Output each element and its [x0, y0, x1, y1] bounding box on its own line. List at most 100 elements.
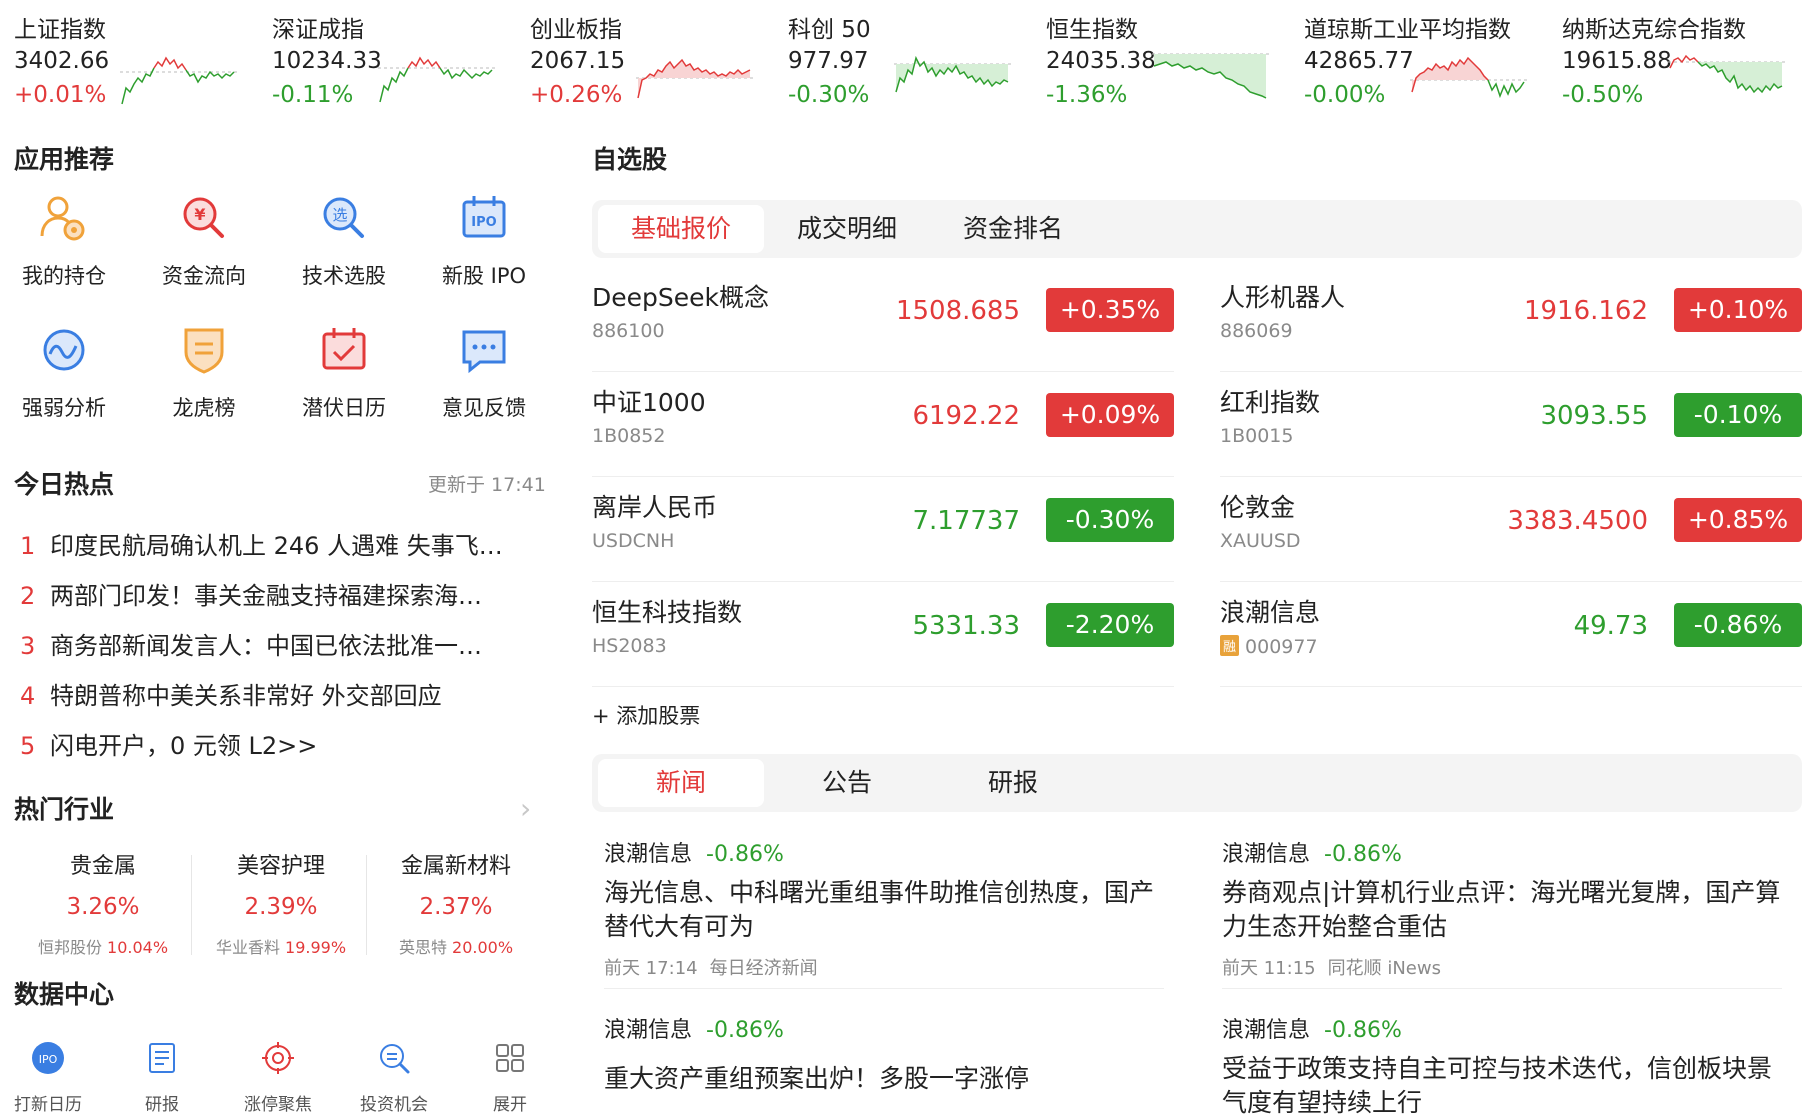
app-feedback[interactable]: 意见反馈	[414, 322, 554, 452]
ticker-name: 纳斯达克综合指数	[1562, 17, 1746, 43]
watchlist-row[interactable]: 浪潮信息 融 000977 49.73 -0.86%	[1220, 583, 1802, 687]
app-calendar[interactable]: 潜伏日历	[274, 322, 414, 452]
ticker-hang-seng[interactable]: 恒生指数 24035.38 -1.36%	[1032, 10, 1290, 114]
app-stock-pick[interactable]: 选 技术选股	[274, 190, 414, 320]
ticker-price: 42865.77	[1304, 48, 1414, 74]
tab-trade-detail[interactable]: 成交明细	[764, 205, 930, 253]
strength-icon	[43, 329, 85, 371]
stock-code: 000977	[1245, 636, 1318, 658]
data-center-label: 打新日历	[14, 1095, 82, 1115]
industry-card[interactable]: 美容护理 2.39% 华业香料 19.99%	[192, 848, 370, 958]
stock-name: DeepSeek概念	[592, 283, 769, 312]
hot-rank: 5	[20, 732, 36, 760]
ticker-price: 19615.88	[1562, 48, 1672, 74]
app-label: 意见反馈	[442, 396, 526, 420]
ticker-change: -0.30%	[788, 82, 870, 108]
ticker-chinext[interactable]: 创业板指 2067.15 +0.26%	[516, 10, 774, 114]
ticker-price: 977.97	[788, 48, 869, 74]
industry-leader-change: 20.00%	[452, 938, 514, 957]
industry-name: 贵金属	[69, 854, 136, 879]
tab-news[interactable]: 新闻	[598, 759, 764, 807]
news-stock: 浪潮信息	[604, 1018, 693, 1043]
ticker-name: 科创 50	[788, 17, 871, 43]
watchlist-tabbar: 基础报价 成交明细 资金排名	[592, 200, 1802, 258]
hot-rank: 4	[20, 682, 36, 710]
ticker-nasdaq[interactable]: 纳斯达克综合指数 19615.88 -0.50%	[1548, 10, 1806, 114]
hot-news-item[interactable]: 5 闪电开户，0 元领 L2>>	[20, 726, 545, 766]
hot-rank: 1	[20, 532, 36, 560]
industry-card[interactable]: 贵金属 3.26% 恒邦股份 10.04%	[14, 848, 192, 958]
app-label: 我的持仓	[22, 264, 106, 288]
stock-change-badge: +0.09%	[1046, 393, 1174, 437]
industry-change: 2.39%	[244, 894, 318, 920]
watchlist-row[interactable]: 中证1000 1B0852 6192.22 +0.09%	[592, 373, 1174, 477]
data-center-limit-up[interactable]: 涨停聚焦	[220, 1040, 336, 1115]
position-icon	[40, 196, 85, 241]
stock-change-badge: -2.20%	[1046, 603, 1174, 647]
watchlist-row[interactable]: 伦敦金 XAUUSD 3383.4500 +0.85%	[1220, 478, 1802, 582]
data-center-label: 研报	[145, 1095, 179, 1115]
hot-news-item[interactable]: 4 特朗普称中美关系非常好 外交部回应	[20, 676, 545, 716]
hot-news-item[interactable]: 3 商务部新闻发言人：中国已依法批准一…	[20, 626, 545, 666]
data-center-opportunity[interactable]: 投资机会	[336, 1040, 452, 1115]
industry-section-title: 热门行业	[14, 795, 115, 824]
news-source: 每日经济新闻	[709, 958, 818, 979]
stock-code: XAUUSD	[1220, 530, 1301, 552]
tab-announcement[interactable]: 公告	[764, 759, 930, 807]
tab-basic-quote[interactable]: 基础报价	[598, 205, 764, 253]
news-item[interactable]: 浪潮信息 -0.86% 重大资产重组预案出炉！多股一字涨停	[604, 1012, 1164, 1096]
watchlist-row[interactable]: 红利指数 1B0015 3093.55 -0.10%	[1220, 373, 1802, 477]
ticker-change: -0.00%	[1304, 82, 1386, 108]
tab-capital-rank[interactable]: 资金排名	[930, 205, 1096, 253]
app-strength[interactable]: 强弱分析	[0, 322, 134, 452]
ticker-change: -0.50%	[1562, 82, 1644, 108]
stock-change-badge: +0.85%	[1674, 498, 1802, 542]
ticker-price: 3402.66	[14, 48, 110, 74]
svg-text:选: 选	[332, 206, 347, 224]
watchlist-row[interactable]: 离岸人民币 USDCNH 7.17737 -0.30%	[592, 478, 1174, 582]
watchlist-row[interactable]: 人形机器人 886069 1916.162 +0.10%	[1220, 268, 1802, 372]
stock-code: 1B0852	[592, 425, 666, 447]
data-center-ipo-calendar[interactable]: IPO 打新日历	[0, 1040, 106, 1115]
hot-text: 印度民航局确认机上 246 人遇难 失事飞…	[50, 532, 503, 560]
app-label: 潜伏日历	[302, 396, 386, 420]
news-stock-change: -0.86%	[1324, 1018, 1402, 1043]
stock-change-badge: -0.10%	[1674, 393, 1802, 437]
index-ticker-strip: 上证指数 3402.66 +0.01% 深证成指 10234.33 -0.11%…	[0, 0, 1812, 118]
hot-news-item[interactable]: 1 印度民航局确认机上 246 人遇难 失事飞…	[20, 526, 545, 566]
app-my-position[interactable]: 我的持仓	[0, 190, 134, 320]
grid-icon	[496, 1044, 524, 1072]
news-item[interactable]: 浪潮信息 -0.86% 海光信息、中科曙光重组事件助推信创热度，国产替代大有可为 …	[604, 836, 1164, 980]
app-ipo[interactable]: IPO 新股 IPO	[414, 190, 554, 320]
app-label: 强弱分析	[22, 396, 106, 420]
sparkline-chart	[378, 56, 496, 103]
data-center-report[interactable]: 研报	[104, 1040, 220, 1115]
chevron-right-icon[interactable]: ›	[520, 792, 531, 825]
app-label: 新股 IPO	[441, 264, 527, 288]
tab-research[interactable]: 研报	[930, 759, 1096, 807]
ticker-sz-component[interactable]: 深证成指 10234.33 -0.11%	[258, 10, 516, 114]
ticker-dow-jones[interactable]: 道琼斯工业平均指数 42865.77 -0.00%	[1290, 10, 1548, 114]
ticker-star50[interactable]: 科创 50 977.97 -0.30%	[774, 10, 1032, 114]
news-item[interactable]: 浪潮信息 -0.86% 受益于政策支持自主可控与技术迭代，信创板块景气度有望持续上…	[1222, 1012, 1782, 1116]
ipo-icon: IPO	[462, 196, 506, 238]
stock-code: 886100	[592, 320, 665, 342]
hot-news-item[interactable]: 2 两部门印发！事关金融支持福建探索海…	[20, 576, 545, 616]
data-center-expand[interactable]: 展开	[452, 1040, 568, 1115]
news-title: 海光信息、中科曙光重组事件助推信创热度，国产替代大有可为	[604, 878, 1155, 941]
app-capital-flow[interactable]: ¥ 资金流向	[134, 190, 274, 320]
industry-card[interactable]: 金属新材料 2.37% 英思特 20.00%	[367, 848, 545, 958]
stock-pick-icon: 选	[323, 197, 364, 238]
stock-price: 6192.22	[912, 401, 1020, 431]
app-label: 技术选股	[302, 264, 386, 288]
app-dragon-tiger[interactable]: 龙虎榜	[134, 322, 274, 452]
news-tabbar: 新闻 公告 研报	[592, 754, 1802, 812]
watchlist-row[interactable]: DeepSeek概念 886100 1508.685 +0.35%	[592, 268, 1174, 372]
watchlist-row[interactable]: 恒生科技指数 HS2083 5331.33 -2.20%	[592, 583, 1174, 687]
add-stock-button[interactable]: + 添加股票	[592, 700, 700, 730]
news-stock-change: -0.86%	[1324, 842, 1402, 867]
ticker-sh-composite[interactable]: 上证指数 3402.66 +0.01%	[0, 10, 258, 114]
industry-leader-stock: 华业香料	[215, 938, 280, 957]
news-item[interactable]: 浪潮信息 -0.86% 券商观点|计算机行业点评：海光曙光复牌，国产算力生态开始整…	[1222, 836, 1782, 980]
stock-price: 3383.4500	[1507, 506, 1648, 536]
